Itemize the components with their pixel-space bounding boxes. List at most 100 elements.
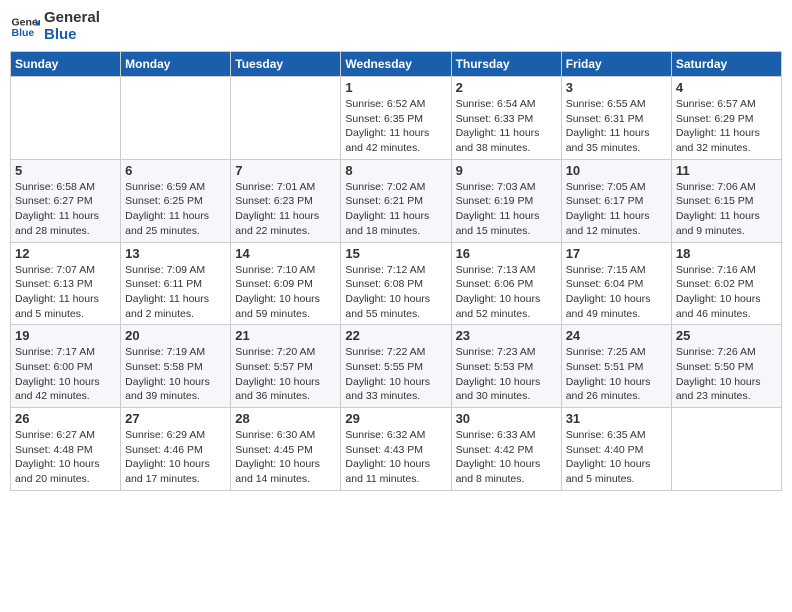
day-info: Sunrise: 6:29 AM Sunset: 4:46 PM Dayligh… xyxy=(125,428,226,487)
day-info: Sunrise: 7:20 AM Sunset: 5:57 PM Dayligh… xyxy=(235,345,336,404)
day-info: Sunrise: 7:01 AM Sunset: 6:23 PM Dayligh… xyxy=(235,180,336,239)
day-info: Sunrise: 7:13 AM Sunset: 6:06 PM Dayligh… xyxy=(456,263,557,322)
calendar-cell: 26 Sunrise: 6:27 AM Sunset: 4:48 PM Dayli… xyxy=(11,408,121,491)
day-info: Sunrise: 6:52 AM Sunset: 6:35 PM Dayligh… xyxy=(345,97,446,156)
day-info: Sunrise: 6:58 AM Sunset: 6:27 PM Dayligh… xyxy=(15,180,116,239)
calendar-cell xyxy=(11,77,121,160)
day-info: Sunrise: 7:02 AM Sunset: 6:21 PM Dayligh… xyxy=(345,180,446,239)
day-number: 19 xyxy=(15,328,116,343)
calendar-cell: 25Sunrise: 7:26 AM Sunset: 5:50 PM Dayli… xyxy=(671,325,781,408)
calendar-cell xyxy=(671,408,781,491)
header: General Blue General Blue xyxy=(10,10,782,43)
day-number: 26 xyxy=(15,411,116,426)
day-number: 6 xyxy=(125,163,226,178)
day-number: 2 xyxy=(456,80,557,95)
day-number: 24 xyxy=(566,328,667,343)
day-number: 17 xyxy=(566,246,667,261)
day-info: Sunrise: 6:30 AM Sunset: 4:45 PM Dayligh… xyxy=(235,428,336,487)
day-info: Sunrise: 7:09 AM Sunset: 6:11 PM Dayligh… xyxy=(125,263,226,322)
calendar-cell: 20 Sunrise: 7:19 AM Sunset: 5:58 PM Dayli… xyxy=(121,325,231,408)
weekday-header-friday: Friday xyxy=(561,52,671,77)
calendar-cell: 19Sunrise: 7:17 AM Sunset: 6:00 PM Dayli… xyxy=(11,325,121,408)
day-info: Sunrise: 7:07 AM Sunset: 6:13 PM Dayligh… xyxy=(15,263,116,322)
calendar-cell: 13Sunrise: 7:09 AM Sunset: 6:11 PM Dayli… xyxy=(121,242,231,325)
day-info: Sunrise: 6:27 AM Sunset: 4:48 PM Dayligh… xyxy=(15,428,116,487)
calendar-cell: 23 Sunrise: 7:23 AM Sunset: 5:53 PM Dayli… xyxy=(451,325,561,408)
calendar-table: SundayMondayTuesdayWednesdayThursdayFrid… xyxy=(10,51,782,491)
day-info: Sunrise: 6:55 AM Sunset: 6:31 PM Dayligh… xyxy=(566,97,667,156)
logo: General Blue General Blue xyxy=(10,10,100,43)
calendar-cell: 30 Sunrise: 6:33 AM Sunset: 4:42 PM Dayli… xyxy=(451,408,561,491)
day-number: 8 xyxy=(345,163,446,178)
weekday-header-thursday: Thursday xyxy=(451,52,561,77)
day-info: Sunrise: 6:57 AM Sunset: 6:29 PM Dayligh… xyxy=(676,97,777,156)
weekday-header-sunday: Sunday xyxy=(11,52,121,77)
day-number: 14 xyxy=(235,246,336,261)
day-info: Sunrise: 7:16 AM Sunset: 6:02 PM Dayligh… xyxy=(676,263,777,322)
calendar-cell: 4 Sunrise: 6:57 AM Sunset: 6:29 PM Daylig… xyxy=(671,77,781,160)
logo-general: General xyxy=(44,10,100,27)
calendar-cell: 1 Sunrise: 6:52 AM Sunset: 6:35 PM Daylig… xyxy=(341,77,451,160)
calendar-cell: 8 Sunrise: 7:02 AM Sunset: 6:21 PM Daylig… xyxy=(341,159,451,242)
day-number: 9 xyxy=(456,163,557,178)
day-number: 23 xyxy=(456,328,557,343)
day-number: 30 xyxy=(456,411,557,426)
calendar-cell: 15 Sunrise: 7:12 AM Sunset: 6:08 PM Dayli… xyxy=(341,242,451,325)
calendar-cell: 27Sunrise: 6:29 AM Sunset: 4:46 PM Dayli… xyxy=(121,408,231,491)
day-number: 18 xyxy=(676,246,777,261)
day-number: 31 xyxy=(566,411,667,426)
day-number: 20 xyxy=(125,328,226,343)
day-info: Sunrise: 6:33 AM Sunset: 4:42 PM Dayligh… xyxy=(456,428,557,487)
day-number: 1 xyxy=(345,80,446,95)
calendar-cell: 11 Sunrise: 7:06 AM Sunset: 6:15 PM Dayli… xyxy=(671,159,781,242)
day-info: Sunrise: 7:06 AM Sunset: 6:15 PM Dayligh… xyxy=(676,180,777,239)
day-info: Sunrise: 7:23 AM Sunset: 5:53 PM Dayligh… xyxy=(456,345,557,404)
day-number: 29 xyxy=(345,411,446,426)
logo-icon: General Blue xyxy=(10,12,40,42)
calendar-cell: 29 Sunrise: 6:32 AM Sunset: 4:43 PM Dayli… xyxy=(341,408,451,491)
calendar-cell: 14 Sunrise: 7:10 AM Sunset: 6:09 PM Dayli… xyxy=(231,242,341,325)
day-info: Sunrise: 7:15 AM Sunset: 6:04 PM Dayligh… xyxy=(566,263,667,322)
week-row-1: 1 Sunrise: 6:52 AM Sunset: 6:35 PM Daylig… xyxy=(11,77,782,160)
day-number: 5 xyxy=(15,163,116,178)
calendar-cell: 24Sunrise: 7:25 AM Sunset: 5:51 PM Dayli… xyxy=(561,325,671,408)
calendar-cell: 12Sunrise: 7:07 AM Sunset: 6:13 PM Dayli… xyxy=(11,242,121,325)
calendar-cell: 5 Sunrise: 6:58 AM Sunset: 6:27 PM Daylig… xyxy=(11,159,121,242)
day-info: Sunrise: 7:12 AM Sunset: 6:08 PM Dayligh… xyxy=(345,263,446,322)
week-row-4: 19Sunrise: 7:17 AM Sunset: 6:00 PM Dayli… xyxy=(11,325,782,408)
day-number: 7 xyxy=(235,163,336,178)
day-info: Sunrise: 7:05 AM Sunset: 6:17 PM Dayligh… xyxy=(566,180,667,239)
weekday-header-tuesday: Tuesday xyxy=(231,52,341,77)
weekday-header-wednesday: Wednesday xyxy=(341,52,451,77)
calendar-cell: 31 Sunrise: 6:35 AM Sunset: 4:40 PM Dayli… xyxy=(561,408,671,491)
weekday-header-monday: Monday xyxy=(121,52,231,77)
calendar-cell: 21Sunrise: 7:20 AM Sunset: 5:57 PM Dayli… xyxy=(231,325,341,408)
weekday-header-saturday: Saturday xyxy=(671,52,781,77)
day-number: 11 xyxy=(676,163,777,178)
calendar-cell: 17 Sunrise: 7:15 AM Sunset: 6:04 PM Dayli… xyxy=(561,242,671,325)
day-number: 28 xyxy=(235,411,336,426)
week-row-3: 12Sunrise: 7:07 AM Sunset: 6:13 PM Dayli… xyxy=(11,242,782,325)
calendar-cell: 3 Sunrise: 6:55 AM Sunset: 6:31 PM Daylig… xyxy=(561,77,671,160)
day-info: Sunrise: 7:10 AM Sunset: 6:09 PM Dayligh… xyxy=(235,263,336,322)
week-row-5: 26 Sunrise: 6:27 AM Sunset: 4:48 PM Dayli… xyxy=(11,408,782,491)
day-number: 25 xyxy=(676,328,777,343)
calendar-cell: 10 Sunrise: 7:05 AM Sunset: 6:17 PM Dayli… xyxy=(561,159,671,242)
day-info: Sunrise: 7:03 AM Sunset: 6:19 PM Dayligh… xyxy=(456,180,557,239)
day-info: Sunrise: 7:19 AM Sunset: 5:58 PM Dayligh… xyxy=(125,345,226,404)
day-number: 10 xyxy=(566,163,667,178)
week-row-2: 5 Sunrise: 6:58 AM Sunset: 6:27 PM Daylig… xyxy=(11,159,782,242)
calendar-cell xyxy=(231,77,341,160)
day-info: Sunrise: 6:35 AM Sunset: 4:40 PM Dayligh… xyxy=(566,428,667,487)
logo-blue: Blue xyxy=(44,27,100,44)
svg-text:Blue: Blue xyxy=(12,27,35,39)
day-info: Sunrise: 6:32 AM Sunset: 4:43 PM Dayligh… xyxy=(345,428,446,487)
day-number: 15 xyxy=(345,246,446,261)
calendar-cell: 28 Sunrise: 6:30 AM Sunset: 4:45 PM Dayli… xyxy=(231,408,341,491)
day-number: 4 xyxy=(676,80,777,95)
calendar-cell: 9 Sunrise: 7:03 AM Sunset: 6:19 PM Daylig… xyxy=(451,159,561,242)
calendar-cell: 18 Sunrise: 7:16 AM Sunset: 6:02 PM Dayli… xyxy=(671,242,781,325)
calendar-cell: 22Sunrise: 7:22 AM Sunset: 5:55 PM Dayli… xyxy=(341,325,451,408)
day-number: 3 xyxy=(566,80,667,95)
calendar-cell: 16Sunrise: 7:13 AM Sunset: 6:06 PM Dayli… xyxy=(451,242,561,325)
